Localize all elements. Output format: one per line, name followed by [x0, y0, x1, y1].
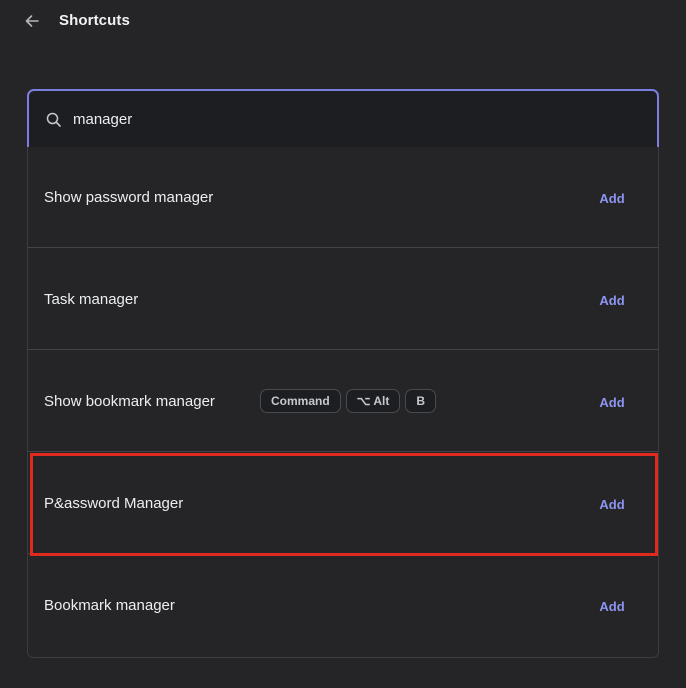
shortcut-row-bookmark-manager: Bookmark manager Add [28, 555, 658, 656]
shortcut-label: P&assword Manager [44, 495, 184, 512]
add-shortcut-button[interactable]: Add [590, 187, 634, 209]
add-shortcut-button[interactable]: Add [590, 493, 634, 515]
shortcut-row-show-password-manager: Show password manager Add [28, 147, 658, 248]
key-chip-b: B [405, 389, 437, 413]
back-button[interactable] [20, 9, 44, 33]
header: Shortcuts [0, 0, 686, 42]
shortcut-label: Task manager [44, 291, 139, 308]
key-chip-command: Command [260, 389, 341, 413]
add-shortcut-button[interactable]: Add [590, 595, 634, 617]
add-shortcut-button[interactable]: Add [590, 289, 634, 311]
shortcut-label: Show password manager [44, 189, 214, 206]
shortcut-label: Bookmark manager [44, 597, 175, 614]
shortcut-row-show-bookmark-manager: Show bookmark manager Command ⌥ Alt B Ad… [28, 351, 658, 452]
page-title: Shortcuts [59, 12, 130, 29]
search-input[interactable] [73, 91, 633, 147]
add-shortcut-button[interactable]: Add [590, 391, 634, 413]
search-box[interactable] [27, 89, 659, 149]
key-chip-alt: ⌥ Alt [345, 389, 401, 413]
shortcut-list: Show password manager Add Task manager A… [27, 147, 659, 658]
arrow-left-icon [25, 15, 39, 27]
search-icon [46, 112, 61, 127]
shortcut-row-password-manager: P&assword Manager Add [28, 453, 658, 554]
key-combination: Command ⌥ Alt B [260, 389, 437, 413]
shortcut-row-task-manager: Task manager Add [28, 249, 658, 350]
shortcut-label: Show bookmark manager [44, 393, 215, 410]
shortcuts-page: Shortcuts Show password manager Add Task… [0, 0, 686, 688]
